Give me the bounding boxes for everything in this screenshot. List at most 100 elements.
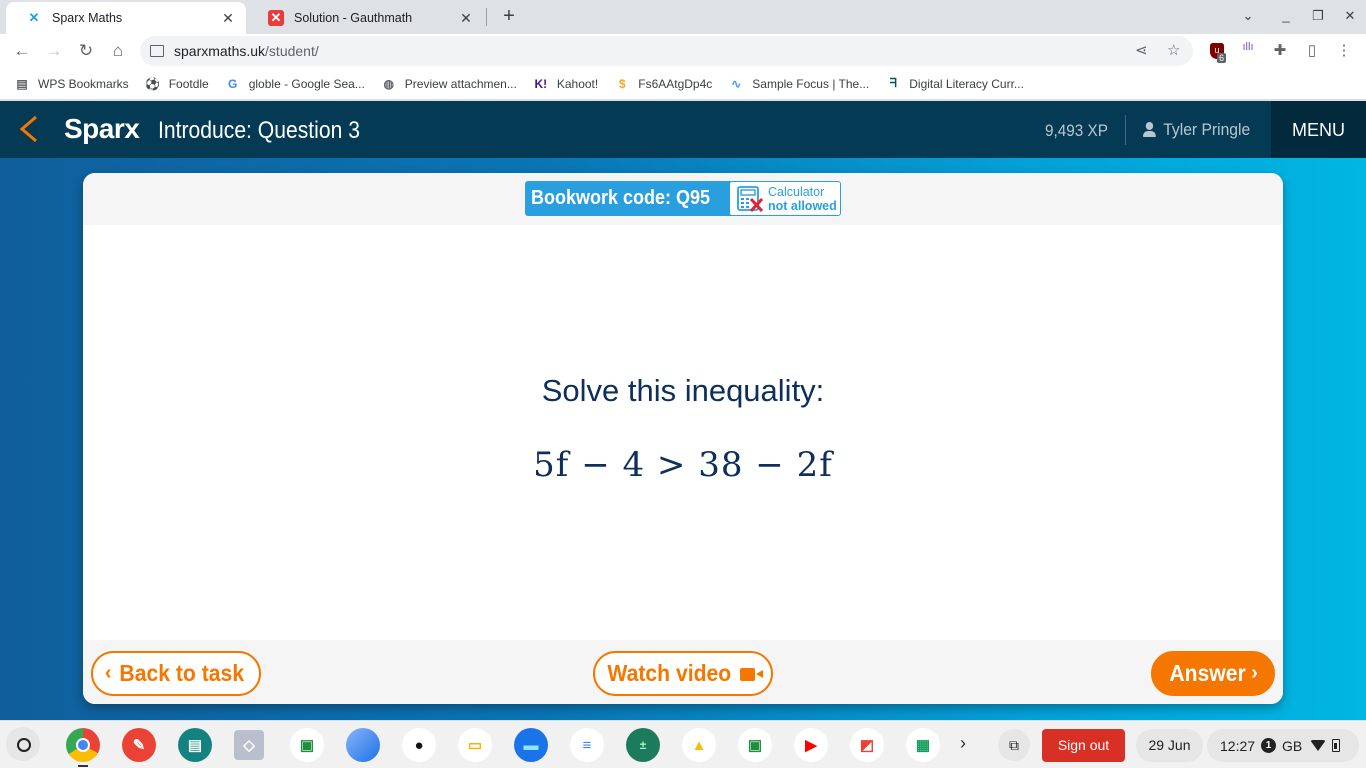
google-earth-app-icon[interactable] xyxy=(346,728,380,762)
bookmark-star-icon[interactable]: ☆ xyxy=(1167,41,1180,59)
bookmark-label: Sample Focus | The... xyxy=(752,76,870,91)
classroom-app-icon[interactable]: ▣ xyxy=(290,728,324,762)
browser-toolbar: ← → ↻ ⌂ sparxmaths.uk/student/ ⋖ ☆ u ıll… xyxy=(0,34,1366,68)
bookwork-code: Bookwork code: Q95 xyxy=(525,181,736,216)
video-camera-icon xyxy=(740,667,764,681)
calculator-not-allowed-badge: Calculator not allowed xyxy=(729,181,841,216)
user-label: Tyler Pringle xyxy=(1163,120,1251,139)
status-tray[interactable]: 12:27 1 GB xyxy=(1207,729,1359,762)
gauthmath-icon: ✕ xyxy=(268,10,284,26)
curriculum-icon: ᖷ xyxy=(889,76,897,90)
person-icon xyxy=(1143,122,1156,138)
address-bar[interactable]: sparxmaths.uk/student/ ⋖ ☆ xyxy=(140,36,1193,66)
chrome-app-icon[interactable] xyxy=(66,728,100,762)
bookmark-item[interactable]: ∿ Sample Focus | The... xyxy=(728,76,869,92)
sheets-app-icon[interactable]: ▦ xyxy=(906,728,940,762)
reload-icon[interactable]: ↻ xyxy=(74,39,98,63)
answer-button[interactable]: Answer › xyxy=(1151,651,1275,696)
launcher-button[interactable] xyxy=(6,727,40,761)
cube-app-icon[interactable]: ◇ xyxy=(234,730,264,760)
tote-icon[interactable]: ⧉ xyxy=(998,729,1030,761)
tab-strip: ✕ Sparx Maths ✕ ✕ Solution - Gauthmath ✕… xyxy=(0,0,1366,34)
bookmark-label: Kahoot! xyxy=(556,76,599,91)
restore-icon[interactable]: ❐ xyxy=(1306,4,1330,28)
back-arrow-icon[interactable]: ← xyxy=(10,39,34,63)
panda-app-icon[interactable]: ● xyxy=(402,728,436,762)
tab-sparx-maths[interactable]: ✕ Sparx Maths ✕ xyxy=(6,2,246,34)
tab-gauthmath[interactable]: ✕ Solution - Gauthmath ✕ xyxy=(248,2,484,34)
bookmarks-bar: ▤ WPS Bookmarks ⚽ Footdle Ggloble - Google… xyxy=(0,68,1366,100)
extension-colorful-icon[interactable]: ıllı xyxy=(1238,41,1258,61)
watch-video-button[interactable]: Watch video xyxy=(593,651,773,696)
bookmark-label: WPS Bookmarks xyxy=(38,76,129,91)
bookmark-item[interactable]: ▤ WPS Bookmarks xyxy=(14,76,129,92)
bookmark-item[interactable]: Ggloble - Google Sea... xyxy=(225,76,365,92)
drive-app-icon[interactable]: ▲ xyxy=(682,728,716,762)
close-window-icon[interactable]: ✕ xyxy=(1338,4,1362,28)
xp-counter: 9,493 XP xyxy=(1045,121,1108,140)
tab-search-icon[interactable]: ⌄ xyxy=(1236,4,1260,28)
close-tab-icon[interactable]: ✕ xyxy=(220,10,236,27)
minimize-icon[interactable]: _ xyxy=(1274,4,1298,28)
bookmark-label: Digital Literacy Curr... xyxy=(909,76,1024,91)
side-panel-icon[interactable]: ▯ xyxy=(1302,41,1322,61)
close-tab-icon[interactable]: ✕ xyxy=(458,10,474,27)
waveform-icon: ∿ xyxy=(731,76,742,91)
clock: 12:27 xyxy=(1220,737,1256,754)
back-chevron-icon[interactable] xyxy=(16,113,42,145)
question-prompt: Solve this inequality: xyxy=(541,373,825,408)
office-app-icon[interactable]: ◩ xyxy=(850,728,884,762)
bookmark-item[interactable]: K! Kahoot! xyxy=(533,76,599,92)
bookmark-item[interactable]: ◍ Preview attachmen... xyxy=(381,76,517,92)
folder-icon: ▤ xyxy=(16,76,28,91)
menu-button[interactable]: MENU xyxy=(1271,101,1366,158)
user-name[interactable]: Tyler Pringle xyxy=(1143,120,1250,140)
share-icon[interactable]: ⋖ xyxy=(1135,41,1148,59)
more-menu-icon[interactable]: ⋮ xyxy=(1334,41,1354,61)
back-to-task-label: Back to task xyxy=(118,660,244,686)
notification-count-icon: 1 xyxy=(1261,738,1277,753)
date-display[interactable]: 29 Jun xyxy=(1136,729,1203,762)
url-path: /student/ xyxy=(265,43,319,59)
sign-out-button[interactable]: Sign out xyxy=(1042,729,1125,762)
card-header: Bookwork code: Q95 Calculator not allowe… xyxy=(83,173,1283,225)
bookmark-item[interactable]: $ Fs6AAtgDp4c xyxy=(614,76,712,92)
new-tab-button[interactable]: + xyxy=(498,4,520,28)
extensions-puzzle-icon[interactable]: ✚ xyxy=(1270,41,1290,61)
kahoot-icon: K! xyxy=(534,76,548,91)
youtube-app-icon[interactable]: ▶ xyxy=(794,728,828,762)
dollar-icon: $ xyxy=(618,76,626,91)
calculator-text: Calculator not allowed xyxy=(768,185,837,213)
site-info-icon[interactable] xyxy=(150,45,164,57)
calculator-line2: not allowed xyxy=(768,198,837,213)
forward-arrow-icon[interactable]: → xyxy=(42,39,66,63)
bookmark-label: Preview attachmen... xyxy=(404,76,517,91)
classroom-2-app-icon[interactable]: ▣ xyxy=(738,728,772,762)
football-icon: ⚽ xyxy=(145,76,161,91)
bookmark-item[interactable]: ᖷ Digital Literacy Curr... xyxy=(885,76,1024,92)
running-indicator xyxy=(78,765,88,767)
shelf-overflow-chevron-icon[interactable]: › xyxy=(960,733,966,754)
paint-app-icon[interactable]: ✎ xyxy=(122,728,156,762)
calculator-crossed-icon xyxy=(737,185,764,212)
screencast-app-icon[interactable]: ▤ xyxy=(178,728,212,762)
chevron-right-icon: › xyxy=(1251,662,1258,684)
sparx-logo[interactable]: Sparx xyxy=(64,113,140,145)
url-text: sparxmaths.uk/student/ xyxy=(174,43,319,59)
page-title: Introduce: Question 3 xyxy=(158,117,360,144)
answer-label: Answer xyxy=(1169,660,1246,686)
back-to-task-button[interactable]: ‹ Back to task xyxy=(91,651,261,696)
files-app-icon[interactable]: ▬ xyxy=(514,728,548,762)
bookmark-label: globle - Google Sea... xyxy=(248,76,365,91)
docs-app-icon[interactable]: ≡ xyxy=(570,728,604,762)
calculator-app-icon[interactable]: ± xyxy=(626,728,660,762)
bookmark-label: Fs6AAtgDp4c xyxy=(638,76,713,91)
bookmark-item[interactable]: ⚽ Footdle xyxy=(145,76,209,92)
sparx-x-icon: ✕ xyxy=(28,10,40,25)
url-host: sparxmaths.uk xyxy=(174,43,266,59)
slides-app-icon[interactable]: ▭ xyxy=(458,728,492,762)
extension-badge: 6 xyxy=(1217,53,1227,63)
home-icon[interactable]: ⌂ xyxy=(106,39,130,63)
bookmark-label: Footdle xyxy=(168,76,209,91)
tab-title: Sparx Maths xyxy=(52,11,123,25)
